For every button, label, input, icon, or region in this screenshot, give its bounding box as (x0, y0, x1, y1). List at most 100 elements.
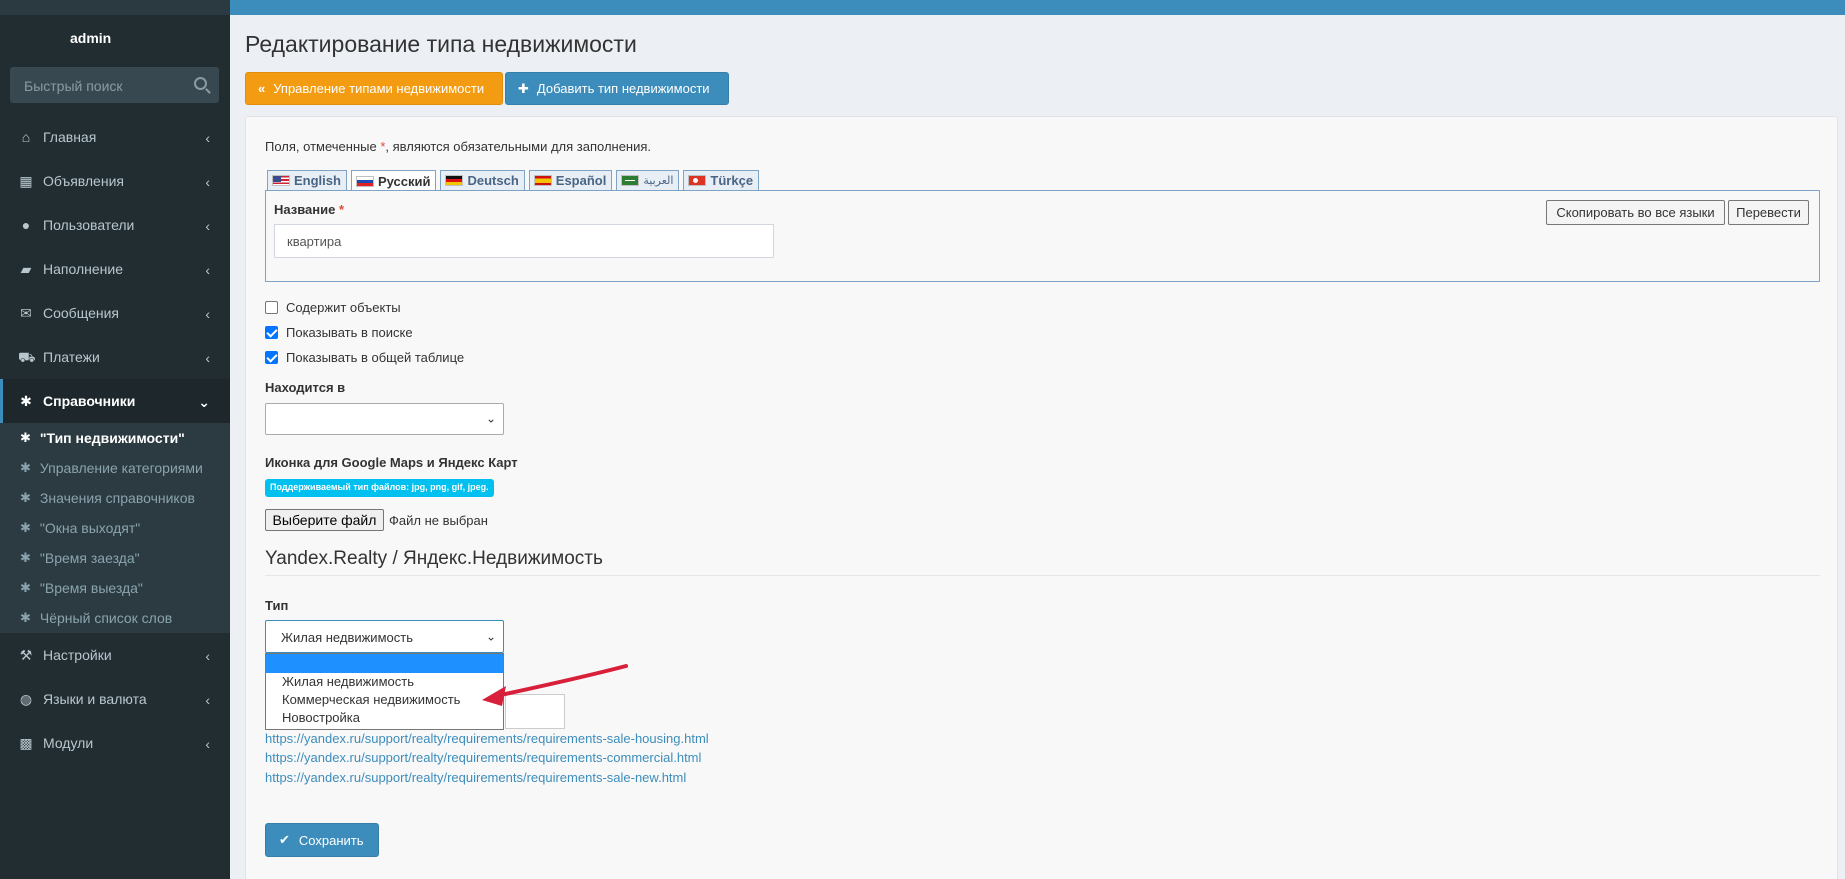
manage-types-button[interactable]: « Управление типами недвижимости (245, 72, 503, 105)
name-input[interactable]: квартира (274, 224, 774, 258)
type-option-residential[interactable]: Жилая недвижимость (266, 673, 503, 691)
sidebar-subitem-checkin[interactable]: ✱ "Время заезда" (0, 543, 230, 573)
grid-icon: ▦ (19, 173, 33, 189)
sidebar-subitem-property-type[interactable]: ✱ "Тип недвижимости" (0, 423, 230, 453)
save-label: Сохранить (298, 832, 364, 848)
show-in-table-checkbox[interactable] (265, 351, 278, 364)
modules-icon: ▩ (19, 735, 33, 751)
sidebar-item-label: Сообщения (43, 305, 119, 321)
sidebar-item-content[interactable]: ▰ Наполнение ‹ (0, 247, 230, 291)
chevron-left-icon: ‹ (205, 262, 210, 278)
tab-german[interactable]: Deutsch (440, 170, 525, 190)
cart-icon: ⛟ (18, 349, 36, 365)
choose-file-button[interactable]: Выберите файл (265, 509, 384, 531)
sidebar-search-input[interactable]: Быстрый поиск (10, 67, 219, 103)
sidebar-subitem-blacklist[interactable]: ✱ Чёрный список слов (0, 603, 230, 633)
flag-de-icon (445, 175, 464, 186)
yandex-link-commercial[interactable]: https://yandex.ru/support/realty/require… (265, 750, 701, 765)
sidebar-header-strip (0, 0, 230, 15)
add-type-button[interactable]: ✚ Добавить тип недвижимости (505, 72, 729, 105)
sidebar-item-directories[interactable]: ✱ Справочники ⌄ (0, 379, 230, 423)
double-chevron-left-icon: « (258, 81, 266, 96)
chevron-left-icon: ‹ (205, 350, 210, 366)
tab-label: English (294, 173, 341, 188)
home-icon: ⌂ (21, 129, 31, 145)
name-label-text: Название (274, 202, 336, 217)
sidebar-menu: ⌂ Главная ‹ ▦ Объявления ‹ ● Пользовател… (0, 115, 230, 765)
sidebar-subitem-label: "Тип недвижимости" (39, 430, 185, 446)
annotation-arrow (482, 664, 628, 706)
asterisk-icon: ✱ (20, 393, 32, 409)
sidebar-subitem-label: "Время выезда" (39, 580, 143, 596)
name-required-star: * (339, 202, 345, 217)
contains-objects-checkbox[interactable] (265, 301, 278, 314)
tab-spanish[interactable]: Español (528, 170, 613, 190)
sidebar-item-label: Объявления (43, 173, 124, 189)
chevron-down-icon: ⌄ (485, 628, 496, 643)
file-types-badge: Поддерживаемый тип файлов: jpg, png, gif… (265, 479, 494, 497)
sidebar-subitem-label: "Время заезда" (39, 550, 140, 566)
save-button[interactable]: ✔ Сохранить (265, 823, 379, 857)
yandex-link-housing[interactable]: https://yandex.ru/support/realty/require… (265, 731, 709, 746)
type-option-commercial[interactable]: Коммерческая недвижимость (266, 691, 503, 709)
sidebar-subitem-checkout[interactable]: ✱ "Время выезда" (0, 573, 230, 603)
language-tabs: English Русский Deutsch Español العربية … (267, 170, 763, 191)
search-icon[interactable] (194, 77, 207, 90)
folder-icon: ▰ (20, 261, 32, 277)
type-option-empty[interactable] (266, 654, 503, 673)
tab-russian[interactable]: Русский (350, 170, 437, 191)
asterisk-icon: ✱ (20, 460, 31, 475)
add-type-label: Добавить тип недвижимости (536, 81, 710, 96)
chevron-left-icon: ‹ (205, 306, 210, 322)
asterisk-icon: ✱ (20, 430, 31, 445)
sidebar-item-home[interactable]: ⌂ Главная ‹ (0, 115, 230, 159)
tab-english[interactable]: English (267, 170, 347, 190)
sidebar-item-settings[interactable]: ⚒ Настройки ‹ (0, 633, 230, 677)
sidebar-item-messages[interactable]: ✉ Сообщения ‹ (0, 291, 230, 335)
flag-us-icon (272, 175, 290, 186)
sidebar-item-label: Справочники (43, 393, 136, 409)
sidebar-subitem-categories[interactable]: ✱ Управление категориями (0, 453, 230, 483)
contains-objects-label: Содержит объекты (286, 300, 401, 315)
copy-all-languages-button[interactable]: Скопировать во все языки (1546, 200, 1725, 225)
sidebar-search-placeholder: Быстрый поиск (24, 78, 123, 94)
sidebar-item-label: Настройки (43, 647, 112, 663)
located-in-select[interactable]: ⌄ (265, 403, 504, 435)
required-note-pre: Поля, отмеченные (265, 139, 381, 154)
sidebar-item-modules[interactable]: ▩ Модули ‹ (0, 721, 230, 765)
yandex-link-new[interactable]: https://yandex.ru/support/realty/require… (265, 770, 686, 785)
sidebar-item-languages[interactable]: ◍ Языки и валюта ‹ (0, 677, 230, 721)
tab-label: Русский (377, 173, 431, 189)
check-icon: ✔ (279, 832, 290, 847)
contains-objects-row[interactable]: Содержит объекты (265, 300, 401, 315)
show-in-search-checkbox[interactable] (265, 326, 278, 339)
sidebar-subitem-label: Управление категориями (39, 460, 203, 476)
translate-button[interactable]: Перевести (1728, 200, 1809, 225)
sidebar-subitem-label: Чёрный список слов (39, 610, 173, 626)
sidebar-item-ads[interactable]: ▦ Объявления ‹ (0, 159, 230, 203)
tab-label: العربية (643, 175, 674, 187)
manage-types-label: Управление типами недвижимости (273, 81, 485, 96)
flag-sa-icon (621, 175, 640, 186)
type-select-value: Жилая недвижимость (281, 630, 413, 645)
sidebar-item-payments[interactable]: ⛟ Платежи ‹ (0, 335, 230, 379)
no-file-chosen-text: Файл не выбран (389, 513, 488, 528)
sidebar-item-users[interactable]: ● Пользователи ‹ (0, 203, 230, 247)
sidebar-subitem-values[interactable]: ✱ Значения справочников (0, 483, 230, 513)
tab-arabic[interactable]: العربية (616, 170, 680, 190)
sidebar-subitem-label: Значения справочников (39, 490, 195, 506)
tab-turkish[interactable]: Türkçe (683, 170, 760, 190)
show-in-table-label: Показывать в общей таблице (286, 350, 465, 365)
sidebar-subitem-windows[interactable]: ✱ "Окна выходят" (0, 513, 230, 543)
flag-tr-icon (688, 175, 707, 186)
asterisk-icon: ✱ (20, 490, 31, 505)
chevron-left-icon: ‹ (205, 174, 210, 190)
type-select[interactable]: Жилая недвижимость ⌄ (265, 620, 504, 653)
wrench-icon: ⚒ (19, 647, 33, 663)
sidebar-submenu: ✱ "Тип недвижимости" ✱ Управление катего… (0, 423, 230, 633)
type-option-new-building[interactable]: Новостройка (266, 709, 503, 727)
user-icon: ● (21, 217, 31, 233)
show-in-table-row[interactable]: Показывать в общей таблице (265, 350, 464, 365)
tab-label: Español (555, 173, 607, 188)
show-in-search-row[interactable]: Показывать в поиске (265, 325, 413, 340)
